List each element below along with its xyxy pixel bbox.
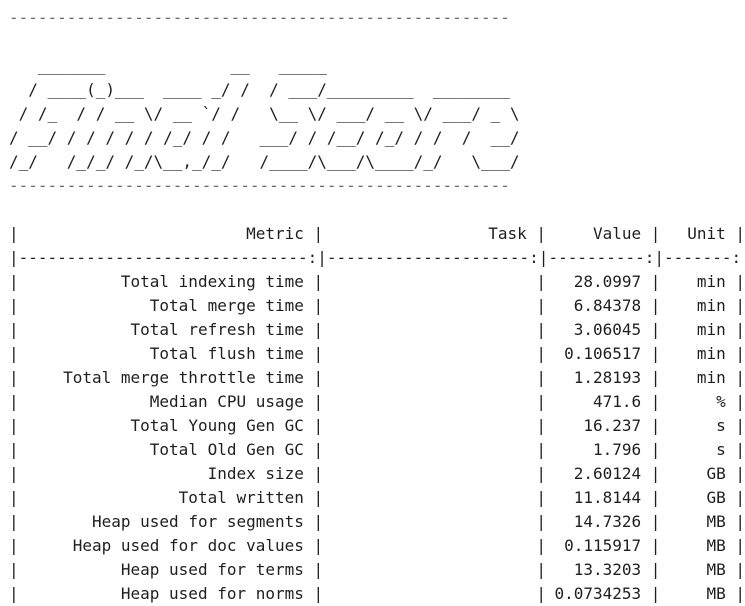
banner-line-5: /_/ /_/_/ /_/\__,_/_/ /____/\___/\____/_… [9,152,520,171]
table-row: | Heap used for norms | | 0.0734253 | MB | [9,582,745,606]
header-value: Value [592,224,642,243]
ascii-banner: _______ __ _____ / ____(_)___ ____ _/ / … [9,54,745,174]
banner-line-3: / /_ / / __ \/ __ `/ / \__ \/ ___/ __ \/… [9,104,520,123]
cell-metric: Total indexing time [120,272,304,291]
cell-value: 14.7326 [573,512,642,531]
cell-unit: GB [706,464,726,483]
cell-metric: Total written [178,488,304,507]
cell-metric: Heap used for norms [120,584,304,603]
cell-task [323,510,527,534]
terminal-output: ----------------------------------------… [0,0,745,603]
cell-task [323,438,527,462]
cell-task [323,414,527,438]
cell-task [323,366,527,390]
cell-task [323,342,527,366]
results-table: | Metric | Task | Value | Unit | |----------… [9,222,745,606]
banner-rule-bottom: ----------------------------------------… [9,176,510,195]
cell-value: 16.237 [583,416,642,435]
cell-task [323,582,527,606]
banner-line-2: / ____(_)___ ____ _/ / / ___/_________ _… [9,80,510,99]
cell-value: 3.06045 [573,320,642,339]
cell-metric: Total merge throttle time [63,368,304,387]
header-task: Task [488,224,527,243]
cell-metric: Total flush time [149,344,304,363]
cell-unit: % [716,392,726,411]
table-header-row: | Metric | Task | Value | Unit | [9,222,745,246]
cell-value: 2.60124 [573,464,642,483]
cell-metric: Heap used for segments [91,512,304,531]
cell-task [323,318,527,342]
cell-task [323,462,527,486]
banner-rule-top: ----------------------------------------… [9,8,510,27]
cell-metric: Index size [207,464,304,483]
table-row: | Heap used for terms | | 13.3203 | MB | [9,558,745,582]
cell-value: 1.796 [592,440,642,459]
cell-value: 1.28193 [573,368,642,387]
table-row: | Total Young Gen GC | | 16.237 | s | [9,414,745,438]
table-row: | Total written | | 11.8144 | GB | [9,486,745,510]
table-body: | Total indexing time | | 28.0997 | min | | T… [9,270,745,606]
cell-unit: MB [706,512,726,531]
cell-value: 0.115917 [564,536,642,555]
table-row: | Total Old Gen GC | | 1.796 | s | [9,438,745,462]
cell-task [323,486,527,510]
cell-value: 471.6 [592,392,642,411]
cell-value: 0.0734253 [554,584,642,603]
table-row: | Total refresh time | | 3.06045 | min | [9,318,745,342]
table-separator: |------------------------------:|-------… [9,248,745,267]
banner-line-1: _______ __ _____ [9,56,327,75]
table-row: | Heap used for segments | | 14.7326 | MB | [9,510,745,534]
cell-value: 28.0997 [573,272,642,291]
cell-value: 11.8144 [573,488,642,507]
table-row: | Median CPU usage | | 471.6 |% | [9,390,745,414]
table-row: | Total merge time | | 6.84378 | min | [9,294,745,318]
cell-unit: min [696,272,726,291]
table-row: | Index size | | 2.60124 | GB | [9,462,745,486]
cell-value: 0.106517 [564,344,642,363]
cell-unit: MB [706,536,726,555]
cell-unit: s [716,416,726,435]
cell-unit: min [696,344,726,363]
table-row: | Total merge throttle time | | 1.28193 | m… [9,366,745,390]
cell-metric: Heap used for terms [120,560,304,579]
cell-unit: s [716,440,726,459]
cell-metric: Median CPU usage [149,392,304,411]
cell-metric: Total refresh time [130,320,304,339]
cell-unit: min [696,296,726,315]
cell-unit: MB [706,560,726,579]
header-metric: Metric [246,224,304,243]
cell-unit: GB [706,488,726,507]
cell-metric: Total Old Gen GC [149,440,304,459]
banner-line-4: / __/ / / / / / /_/ / / ___/ / /__/ /_/ … [9,128,520,147]
cell-metric: Total merge time [149,296,304,315]
cell-task [323,558,527,582]
cell-metric: Total Young Gen GC [130,416,304,435]
cell-task [323,390,527,414]
cell-value: 13.3203 [573,560,642,579]
cell-metric: Heap used for doc values [72,536,304,555]
cell-value: 6.84378 [573,296,642,315]
cell-unit: min [696,320,726,339]
cell-task [323,534,527,558]
cell-unit: min [696,368,726,387]
header-unit: Unit [687,224,726,243]
cell-task [323,294,527,318]
table-row: | Heap used for doc values | | 0.115917 | M… [9,534,745,558]
cell-unit: MB [706,584,726,603]
table-row: | Total flush time | | 0.106517 | min | [9,342,745,366]
cell-task [323,270,527,294]
table-row: | Total indexing time | | 28.0997 | min | [9,270,745,294]
